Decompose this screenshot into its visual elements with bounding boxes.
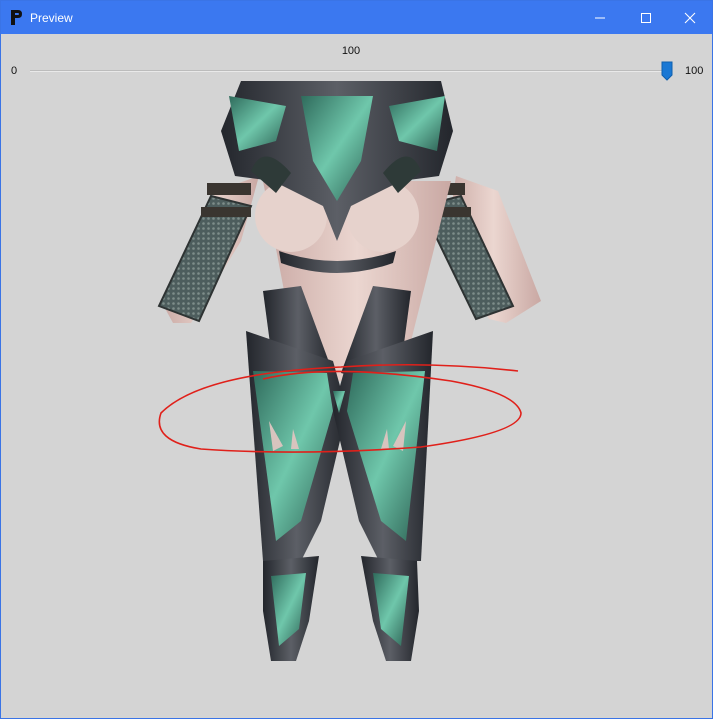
preview-viewport[interactable] [1, 81, 712, 719]
slider-max-label: 100 [685, 65, 704, 77]
slider-value-label: 100 [341, 45, 361, 57]
title-bar[interactable]: Preview [1, 1, 712, 34]
window-title: Preview [30, 11, 73, 25]
minimize-icon [595, 17, 605, 19]
close-button[interactable] [667, 1, 713, 34]
slider-panel: 100 0 100 [1, 34, 712, 84]
maximize-icon [641, 13, 651, 23]
slider-thumb[interactable] [661, 61, 673, 81]
app-logo-icon [11, 10, 22, 25]
slider-min-label: 0 [11, 65, 18, 77]
slider-track[interactable] [30, 70, 672, 72]
maximize-button[interactable] [623, 1, 669, 34]
close-icon [684, 12, 696, 24]
minimize-button[interactable] [577, 1, 623, 34]
preview-window: Preview 100 0 100 [0, 0, 713, 719]
